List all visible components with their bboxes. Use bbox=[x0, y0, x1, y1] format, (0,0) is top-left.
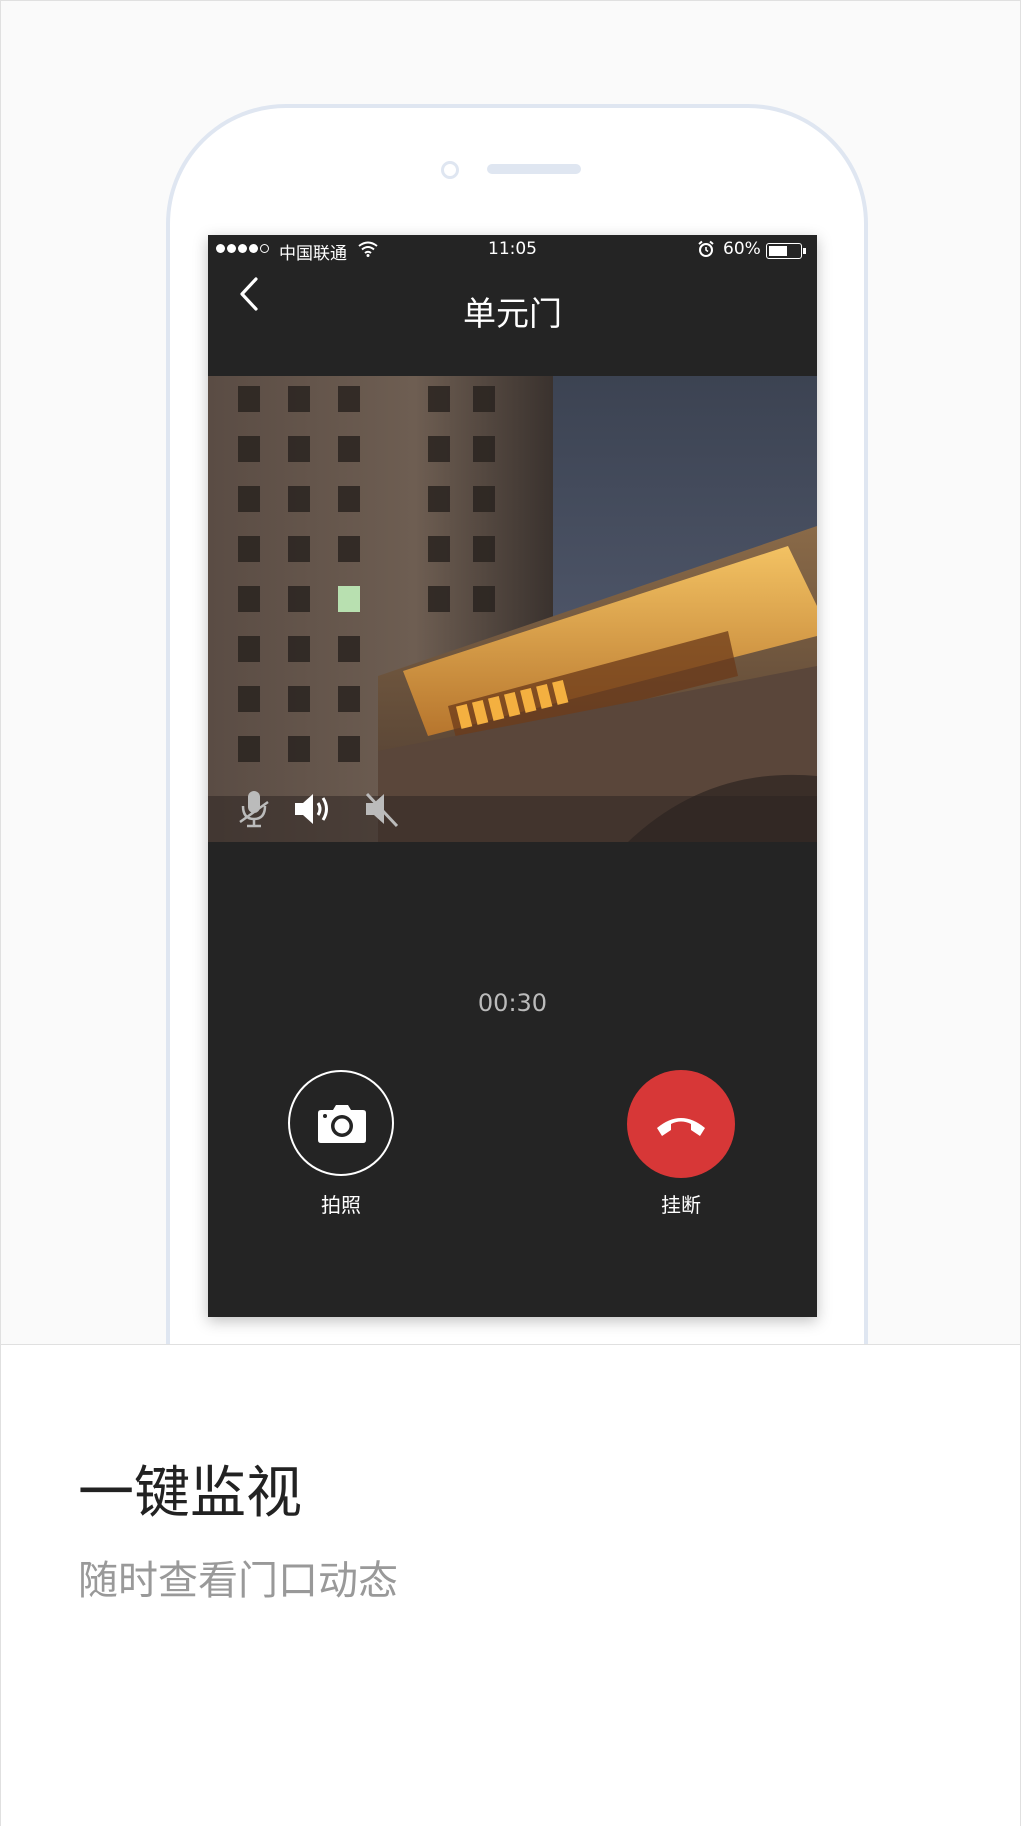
mic-off-icon bbox=[239, 791, 269, 828]
feature-title: 一键监视 bbox=[78, 1461, 302, 1526]
feature-caption: 一键监视 随时查看门口动态 bbox=[1, 1344, 1020, 1826]
phone-screen: 中国联通 11:05 60% 单元门 ▮▮▮▮▮▮▮ 00:30 拍照 挂断 bbox=[208, 235, 817, 1317]
page-title: 单元门 bbox=[463, 294, 562, 333]
battery-icon bbox=[766, 243, 806, 259]
mic-off-button[interactable] bbox=[236, 788, 272, 834]
hang-up-label: 挂断 bbox=[661, 1193, 701, 1217]
speaker-muted-icon bbox=[365, 792, 399, 828]
status-bar: 中国联通 11:05 60% bbox=[208, 235, 817, 267]
speaker-on-button[interactable] bbox=[292, 790, 334, 832]
video-feed: ▮▮▮▮▮▮▮ bbox=[208, 376, 817, 842]
front-camera bbox=[441, 161, 459, 179]
speaker-on-icon bbox=[295, 794, 328, 824]
camera-icon bbox=[318, 1105, 366, 1143]
battery-fill bbox=[769, 246, 787, 256]
speaker-muted-button[interactable] bbox=[363, 790, 399, 832]
feature-subtitle: 随时查看门口动态 bbox=[78, 1558, 398, 1604]
take-photo-label: 拍照 bbox=[321, 1193, 361, 1217]
alarm-icon bbox=[698, 240, 714, 257]
phone-showcase: 中国联通 11:05 60% 单元门 ▮▮▮▮▮▮▮ 00:30 拍照 挂断 bbox=[1, 1, 1020, 1344]
call-timer: 00:30 bbox=[477, 989, 548, 1017]
take-photo-button[interactable] bbox=[288, 1070, 394, 1176]
phone-hangup-icon bbox=[657, 1118, 705, 1136]
hang-up-button[interactable] bbox=[627, 1070, 735, 1178]
door-camera-image: ▮▮▮▮▮▮▮ bbox=[208, 376, 817, 842]
battery-percentage: 60% bbox=[723, 239, 761, 259]
earpiece-speaker bbox=[487, 164, 581, 174]
